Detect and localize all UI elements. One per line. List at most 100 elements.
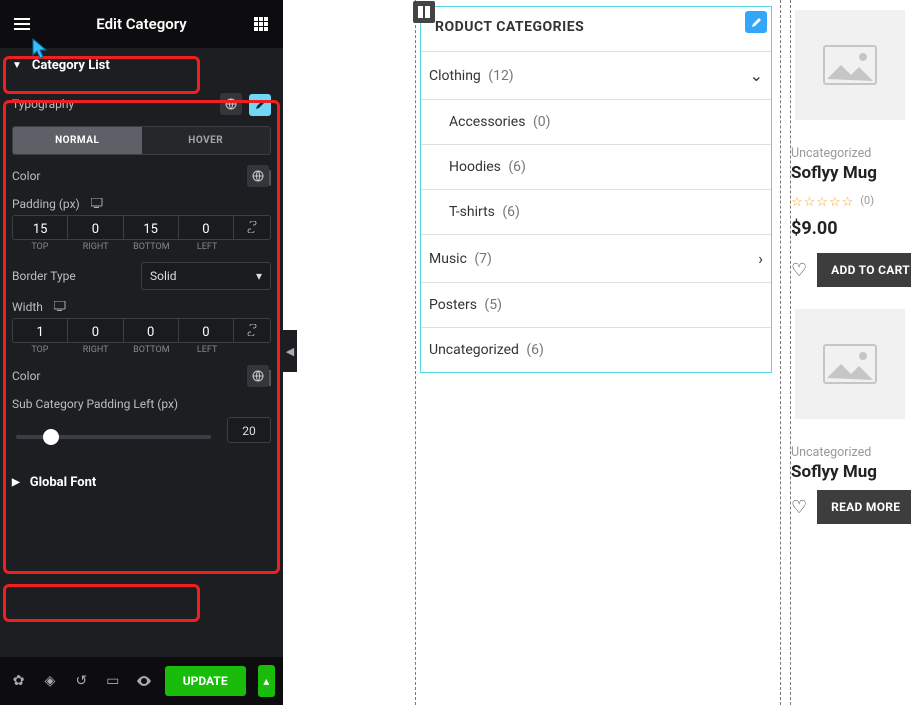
eye-icon[interactable]	[133, 670, 154, 692]
padding-left[interactable]: 0	[179, 216, 234, 239]
products-column: Uncategorized Soflyy Mug ☆☆☆☆☆ (0) $9.00…	[791, 10, 909, 546]
padding-inputs: 15 0 15 0	[12, 215, 271, 240]
chevron-down-icon[interactable]: ⌄	[750, 66, 763, 85]
category-item[interactable]: T-shirts (6)	[421, 189, 771, 234]
border-type-row: Border Type Solid ▾	[12, 262, 271, 290]
globe-icon[interactable]	[247, 365, 269, 387]
hamburger-icon[interactable]	[12, 14, 32, 34]
pencil-icon[interactable]	[249, 94, 271, 116]
caret-right-icon: ▶	[12, 477, 20, 488]
section-global-font[interactable]: ▶ Global Font	[0, 465, 283, 500]
width-bottom[interactable]: 0	[124, 319, 179, 342]
padding-right[interactable]: 0	[68, 216, 123, 239]
cat-label: Clothing	[429, 68, 481, 84]
layers-icon[interactable]: ◈	[39, 670, 60, 692]
color2-label: Color	[12, 369, 40, 383]
padding-label-row: Padding (px)	[12, 197, 271, 211]
state-tabs: NORMAL HOVER	[12, 126, 271, 155]
widget-handle-icon[interactable]	[413, 1, 435, 23]
product-category: Uncategorized	[791, 445, 909, 460]
category-item[interactable]: Accessories (0)	[421, 99, 771, 144]
globe-icon[interactable]	[247, 165, 269, 187]
image-placeholder-icon	[795, 10, 905, 120]
width-top[interactable]: 1	[13, 319, 68, 342]
widget-edit-icon[interactable]	[745, 11, 767, 33]
product-title[interactable]: Soflyy Mug	[791, 462, 909, 482]
update-dropdown[interactable]: ▴	[258, 665, 275, 697]
cat-count: (6)	[508, 159, 526, 175]
column-separator	[780, 0, 781, 705]
image-placeholder-icon	[795, 309, 905, 419]
link-icon[interactable]	[234, 216, 270, 239]
update-button[interactable]: UPDATE	[165, 666, 246, 696]
color-swatch[interactable]	[269, 170, 271, 186]
widget-title: RODUCT CATEGORIES	[421, 7, 771, 51]
panel-collapse-handle[interactable]: ◀	[283, 330, 297, 372]
padding-top[interactable]: 15	[13, 216, 68, 239]
panel-title: Edit Category	[32, 15, 251, 33]
link-icon[interactable]	[234, 319, 270, 342]
product-action-button[interactable]: READ MORE	[817, 490, 911, 524]
heart-icon[interactable]: ♡	[791, 260, 807, 281]
product-action-button[interactable]: ADD TO CART	[817, 253, 911, 287]
subcat-slider[interactable]	[16, 435, 211, 439]
tab-hover[interactable]: HOVER	[142, 127, 271, 154]
category-item[interactable]: Music (7) ›	[421, 234, 771, 282]
width-left[interactable]: 0	[179, 319, 234, 342]
slider-thumb[interactable]	[43, 429, 59, 445]
category-item[interactable]: Uncategorized (6)	[421, 327, 771, 372]
responsive-icon[interactable]: ▭	[102, 670, 123, 692]
cat-label: Music	[429, 251, 467, 267]
section-category-list[interactable]: ▼ Category List	[0, 48, 283, 83]
editor-panel: Edit Category ▼ Category List Typography	[0, 0, 283, 705]
cat-label: Accessories	[449, 114, 525, 130]
heart-icon[interactable]: ♡	[791, 497, 807, 518]
color-label: Color	[12, 169, 40, 183]
column-separator	[415, 0, 416, 705]
responsive-icon[interactable]	[54, 300, 67, 314]
cat-label: T-shirts	[449, 204, 495, 220]
review-count: (0)	[860, 194, 874, 207]
product-card: Uncategorized Soflyy Mug ♡ READ MORE	[791, 309, 909, 524]
category-item[interactable]: Hoodies (6)	[421, 144, 771, 189]
caret-down-icon: ▾	[256, 269, 262, 283]
section-label: Category List	[32, 58, 110, 73]
panel-footer: ✿ ◈ ↺ ▭ UPDATE ▴	[0, 657, 283, 705]
color-row: Color	[12, 165, 271, 187]
product-card: Uncategorized Soflyy Mug ☆☆☆☆☆ (0) $9.00…	[791, 10, 909, 287]
color2-row: Color	[12, 365, 271, 387]
chevron-right-icon[interactable]: ›	[758, 249, 763, 268]
subcat-value[interactable]: 20	[227, 417, 271, 443]
padding-label: Padding (px)	[12, 197, 80, 211]
cat-count: (7)	[474, 251, 492, 267]
category-list: Clothing (12)⌄Accessories (0)Hoodies (6)…	[421, 51, 771, 372]
lbl-top: TOP	[12, 345, 68, 355]
subcat-label: Sub Category Padding Left (px)	[12, 397, 271, 411]
product-actions: ♡ ADD TO CART	[791, 253, 909, 287]
cat-count: (5)	[484, 297, 502, 313]
lbl-left: LEFT	[179, 345, 235, 355]
category-item[interactable]: Posters (5)	[421, 282, 771, 327]
apps-icon[interactable]	[251, 14, 271, 34]
rating: ☆☆☆☆☆ (0)	[791, 191, 909, 210]
cat-label: Uncategorized	[429, 342, 519, 358]
history-icon[interactable]: ↺	[71, 670, 92, 692]
section-inner: Typography NORMAL HOVER Color	[0, 93, 283, 465]
panel-header: Edit Category	[0, 0, 283, 48]
product-category: Uncategorized	[791, 146, 909, 161]
lbl-left: LEFT	[179, 242, 235, 252]
color-swatch[interactable]	[269, 370, 271, 386]
category-item[interactable]: Clothing (12)⌄	[421, 51, 771, 99]
border-type-value: Solid	[150, 269, 177, 283]
product-title[interactable]: Soflyy Mug	[791, 163, 909, 183]
width-right[interactable]: 0	[68, 319, 123, 342]
tab-normal[interactable]: NORMAL	[13, 127, 142, 154]
lbl-bottom: BOTTOM	[124, 345, 180, 355]
responsive-icon[interactable]	[91, 197, 104, 211]
category-widget[interactable]: RODUCT CATEGORIES Clothing (12)⌄Accessor…	[420, 6, 772, 373]
padding-bottom[interactable]: 15	[124, 216, 179, 239]
gear-icon[interactable]: ✿	[8, 670, 29, 692]
section-label: Global Font	[30, 475, 97, 490]
border-type-select[interactable]: Solid ▾	[141, 262, 271, 290]
globe-icon[interactable]	[220, 93, 242, 115]
